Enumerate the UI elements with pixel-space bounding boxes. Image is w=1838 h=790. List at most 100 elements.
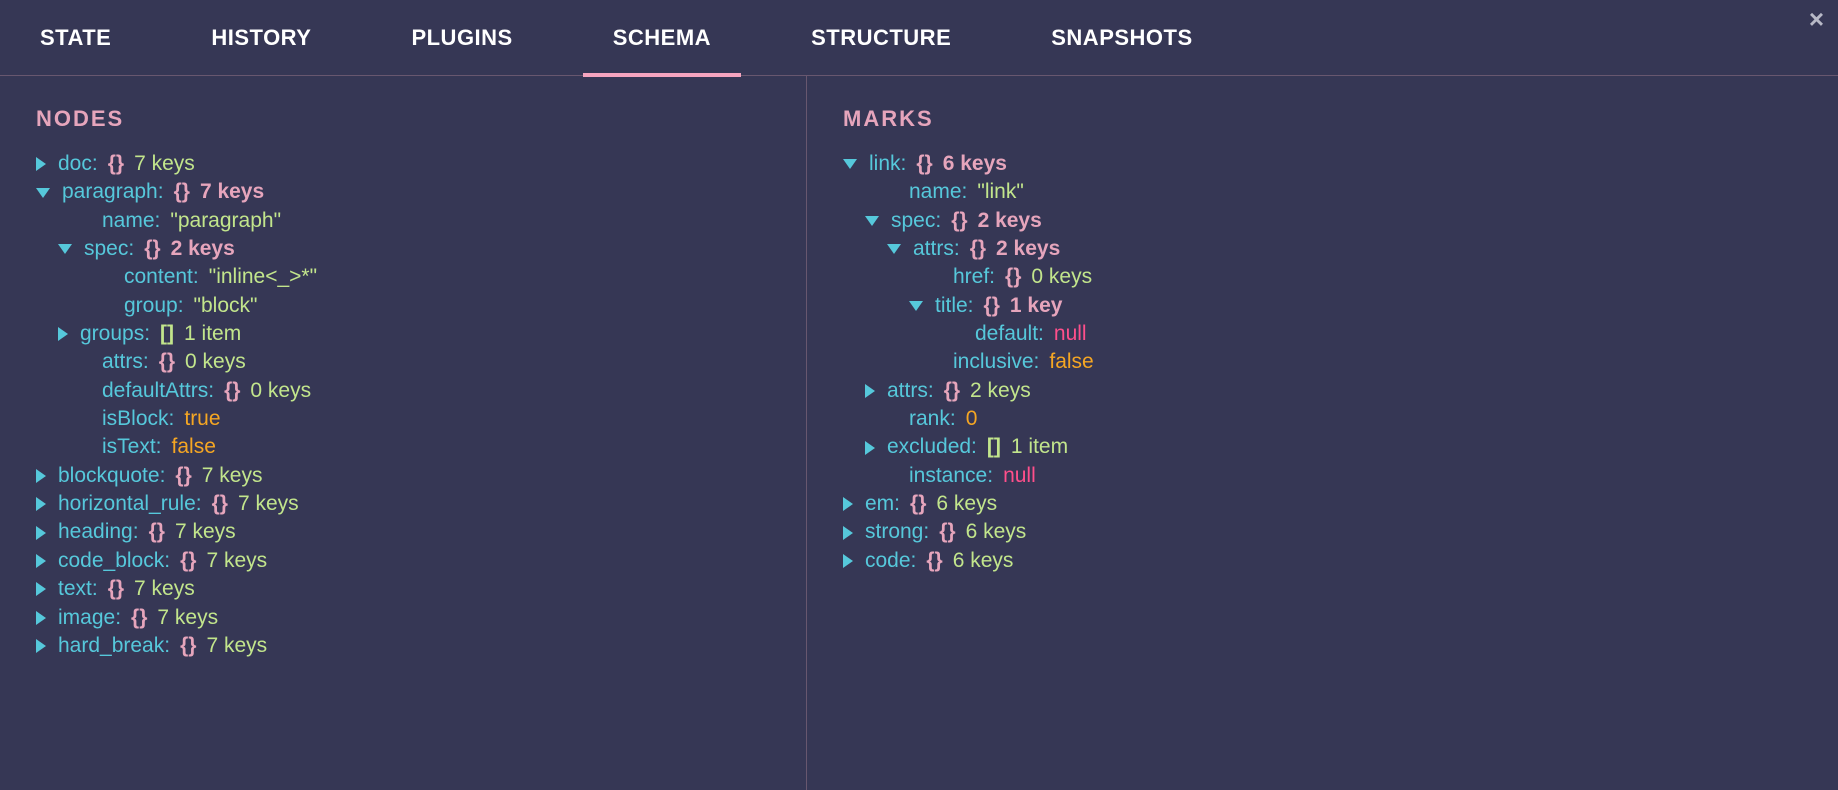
tree-value: null xyxy=(1003,462,1036,490)
link-attrs[interactable]: attrs: {} 2 keys xyxy=(843,377,1802,405)
mark-em[interactable]: em: {} 6 keys xyxy=(843,490,1802,518)
chevron-down-icon[interactable] xyxy=(909,301,923,311)
brace-icon: {} xyxy=(159,348,175,376)
paragraph-spec-content: content: "inline<_>*" xyxy=(36,263,770,291)
chevron-right-icon[interactable] xyxy=(36,554,46,568)
tree-value: false xyxy=(1049,348,1093,376)
mark-link[interactable]: link: {} 6 keys xyxy=(843,150,1802,178)
node-code-block[interactable]: code_block: {} 7 keys xyxy=(36,547,770,575)
link-excluded[interactable]: excluded: [] 1 item xyxy=(843,433,1802,461)
key-count: 6 keys xyxy=(943,150,1007,178)
brace-icon: {} xyxy=(944,377,960,405)
tab-schema[interactable]: SCHEMA xyxy=(583,0,741,76)
chevron-right-icon[interactable] xyxy=(58,327,68,341)
node-blockquote[interactable]: blockquote: {} 7 keys xyxy=(36,462,770,490)
chevron-right-icon[interactable] xyxy=(36,611,46,625)
marks-tree: link: {} 6 keys name: "link" spec: {} 2 … xyxy=(843,150,1802,575)
link-instance: instance: null xyxy=(843,462,1802,490)
mark-strong[interactable]: strong: {} 6 keys xyxy=(843,518,1802,546)
node-hard-break[interactable]: hard_break: {} 7 keys xyxy=(36,632,770,660)
paragraph-spec[interactable]: spec: {} 2 keys xyxy=(36,235,770,263)
tree-value: "paragraph" xyxy=(170,207,281,235)
tab-structure[interactable]: STRUCTURE xyxy=(781,0,981,76)
tree-key: em: xyxy=(865,490,900,518)
tree-key: group: xyxy=(124,292,184,320)
key-count: 7 keys xyxy=(202,462,263,490)
chevron-right-icon[interactable] xyxy=(865,441,875,455)
link-spec-attrs-href: href: {} 0 keys xyxy=(843,263,1802,291)
paragraph-defaultattrs: defaultAttrs: {} 0 keys xyxy=(36,377,770,405)
key-count: 6 keys xyxy=(953,547,1014,575)
brace-icon: {} xyxy=(108,150,124,178)
chevron-right-icon[interactable] xyxy=(36,497,46,511)
tab-history[interactable]: HISTORY xyxy=(181,0,341,76)
brace-icon: {} xyxy=(174,178,190,206)
chevron-down-icon[interactable] xyxy=(865,216,879,226)
tree-key: paragraph: xyxy=(62,178,164,206)
chevron-right-icon[interactable] xyxy=(36,526,46,540)
paragraph-isblock: isBlock: true xyxy=(36,405,770,433)
tree-key: hard_break: xyxy=(58,632,170,660)
tree-key: spec: xyxy=(891,207,941,235)
key-count: 7 keys xyxy=(200,178,264,206)
brace-icon: {} xyxy=(144,235,160,263)
tree-key: code_block: xyxy=(58,547,170,575)
chevron-right-icon[interactable] xyxy=(36,469,46,483)
tab-plugins[interactable]: PLUGINS xyxy=(381,0,542,76)
chevron-right-icon[interactable] xyxy=(36,582,46,596)
chevron-right-icon[interactable] xyxy=(36,639,46,653)
marks-title: MARKS xyxy=(843,106,1802,132)
tree-key: instance: xyxy=(909,462,993,490)
tree-key: isBlock: xyxy=(102,405,174,433)
brace-icon: {} xyxy=(939,518,955,546)
chevron-right-icon[interactable] xyxy=(843,526,853,540)
key-count: 7 keys xyxy=(157,604,218,632)
node-horizontal-rule[interactable]: horizontal_rule: {} 7 keys xyxy=(36,490,770,518)
tree-key: isText: xyxy=(102,433,162,461)
brace-icon: {} xyxy=(1005,263,1021,291)
key-count: 2 keys xyxy=(996,235,1060,263)
link-spec-attrs-title[interactable]: title: {} 1 key xyxy=(843,292,1802,320)
brace-icon: {} xyxy=(131,604,147,632)
chevron-down-icon[interactable] xyxy=(887,244,901,254)
tree-key: name: xyxy=(909,178,967,206)
link-spec[interactable]: spec: {} 2 keys xyxy=(843,207,1802,235)
mark-code[interactable]: code: {} 6 keys xyxy=(843,547,1802,575)
key-count: 0 keys xyxy=(1031,263,1092,291)
node-text[interactable]: text: {} 7 keys xyxy=(36,575,770,603)
key-count: 2 keys xyxy=(171,235,235,263)
tab-snapshots[interactable]: SNAPSHOTS xyxy=(1021,0,1222,76)
brace-icon: {} xyxy=(212,490,228,518)
chevron-down-icon[interactable] xyxy=(36,188,50,198)
paragraph-groups[interactable]: groups: [] 1 item xyxy=(36,320,770,348)
brace-icon: {} xyxy=(224,377,240,405)
key-count: 7 keys xyxy=(238,490,299,518)
node-image[interactable]: image: {} 7 keys xyxy=(36,604,770,632)
tree-value: null xyxy=(1054,320,1087,348)
paragraph-spec-group: group: "block" xyxy=(36,292,770,320)
link-spec-attrs[interactable]: attrs: {} 2 keys xyxy=(843,235,1802,263)
tree-key: attrs: xyxy=(102,348,149,376)
tree-value: "block" xyxy=(194,292,258,320)
tree-value: false xyxy=(172,433,216,461)
chevron-right-icon[interactable] xyxy=(843,554,853,568)
node-doc[interactable]: doc: {} 7 keys xyxy=(36,150,770,178)
tree-key: inclusive: xyxy=(953,348,1039,376)
tab-state[interactable]: STATE xyxy=(0,0,141,76)
chevron-down-icon[interactable] xyxy=(58,244,72,254)
tree-key: attrs: xyxy=(887,377,934,405)
chevron-right-icon[interactable] xyxy=(843,497,853,511)
tree-value: true xyxy=(184,405,220,433)
paragraph-name: name: "paragraph" xyxy=(36,207,770,235)
node-paragraph[interactable]: paragraph: {} 7 keys xyxy=(36,178,770,206)
key-count: 2 keys xyxy=(978,207,1042,235)
chevron-right-icon[interactable] xyxy=(865,384,875,398)
chevron-right-icon[interactable] xyxy=(36,157,46,171)
brace-icon: {} xyxy=(108,575,124,603)
chevron-down-icon[interactable] xyxy=(843,159,857,169)
paragraph-istext: isText: false xyxy=(36,433,770,461)
close-icon[interactable]: × xyxy=(1809,6,1824,32)
node-heading[interactable]: heading: {} 7 keys xyxy=(36,518,770,546)
tree-value: "link" xyxy=(977,178,1023,206)
tree-value: "inline<_>*" xyxy=(209,263,317,291)
